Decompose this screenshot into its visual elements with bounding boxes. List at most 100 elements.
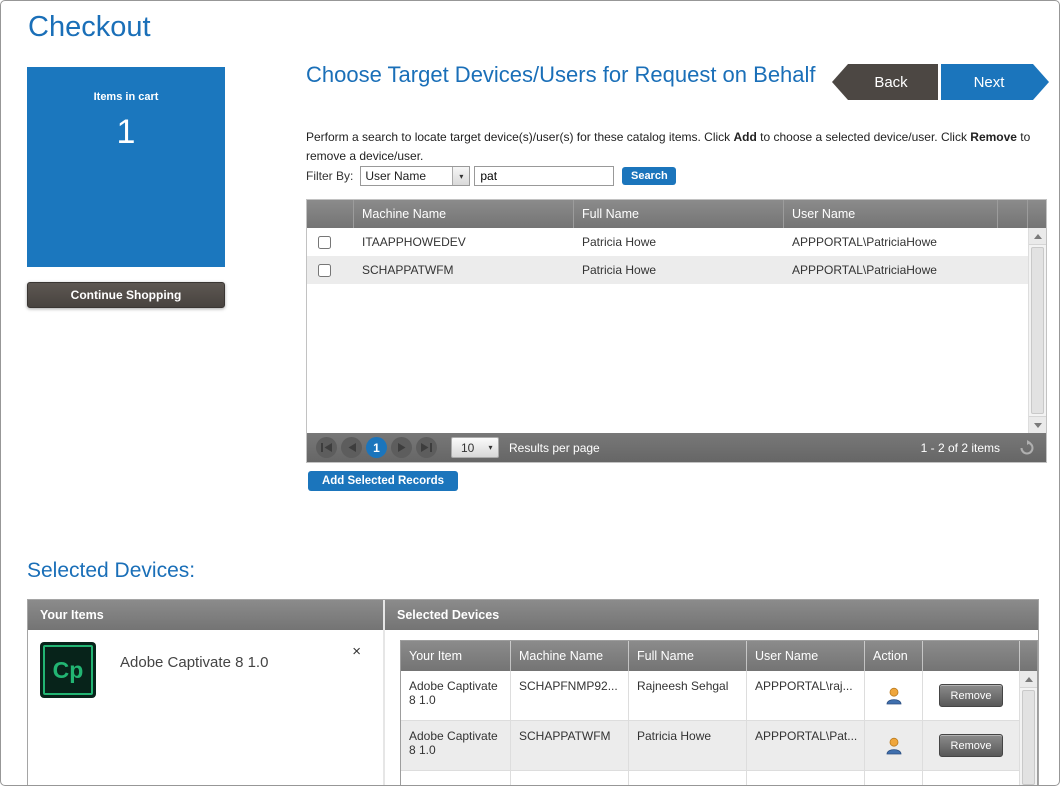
results-per-page-label: Results per page [509, 441, 600, 455]
empty-cell [747, 771, 865, 786]
row-checkbox[interactable] [318, 264, 331, 277]
empty-cell [401, 771, 511, 786]
scroll-up-icon[interactable] [1020, 671, 1037, 688]
your-items-pane: Your Items Cp Adobe Captivate 8 1.0 × [28, 600, 385, 786]
instructions-part1: Perform a search to locate target device… [306, 130, 734, 144]
instructions-add-keyword: Add [734, 130, 757, 144]
search-button[interactable]: Search [622, 167, 676, 185]
cart-items-label: Items in cart [27, 67, 225, 103]
results-scrollbar[interactable] [1028, 228, 1046, 433]
header-action[interactable]: Action [865, 641, 923, 671]
remove-button[interactable]: Remove [939, 734, 1003, 757]
scrollbar-thumb[interactable] [1022, 690, 1035, 785]
instructions-text: Perform a search to locate target device… [306, 128, 1058, 165]
chevron-down-icon: ▾ [483, 443, 498, 452]
selected-grid-scrollbar[interactable] [1019, 671, 1037, 786]
first-page-icon [321, 443, 332, 452]
user-icon [884, 736, 904, 756]
machine-name-cell: SCHAPPATWFM [354, 263, 574, 277]
selected-devices-pane: Selected Devices Your Item Machine Name … [385, 600, 1038, 786]
results-grid-header: Machine Name Full Name User Name [307, 200, 1046, 228]
your-item-cell: Adobe Captivate 8 1.0 [401, 721, 511, 770]
user-name-cell: APPPORTAL\Pat... [747, 721, 865, 770]
action-cell [865, 671, 923, 720]
previous-page-icon [348, 443, 356, 452]
next-page-button[interactable] [391, 437, 412, 458]
header-full-name[interactable]: Full Name [629, 641, 747, 671]
instructions-remove-keyword: Remove [970, 130, 1017, 144]
instructions-part2: to choose a selected device/user. Click [757, 130, 970, 144]
header-select-column [307, 200, 354, 228]
results-pager: 1 10 ▾ Results per page 1 - 2 of 2 items [307, 433, 1046, 462]
user-name-cell: APPPORTAL\raj... [747, 671, 865, 720]
scroll-down-icon[interactable] [1029, 416, 1046, 433]
table-row-partial [401, 771, 1019, 786]
search-input[interactable] [474, 166, 614, 186]
user-name-cell: APPPORTAL\PatriciaHowe [784, 263, 1028, 277]
back-button[interactable]: Back [832, 64, 938, 100]
filter-by-dropdown[interactable]: User Name ▾ [360, 166, 470, 186]
remove-cell: Remove [923, 671, 1019, 720]
page-size-dropdown[interactable]: 10 ▾ [451, 437, 499, 458]
close-icon[interactable]: × [352, 644, 361, 659]
continue-shopping-button[interactable]: Continue Shopping [27, 282, 225, 308]
header-scrollbar-spacer [1019, 641, 1037, 671]
full-name-cell: Patricia Howe [574, 263, 784, 277]
full-name-cell: Patricia Howe [629, 721, 747, 770]
table-row: Adobe Captivate 8 1.0 SCHAPPATWFM Patric… [401, 721, 1019, 771]
item-name: Adobe Captivate 8 1.0 [120, 654, 268, 671]
remove-button[interactable]: Remove [939, 684, 1003, 707]
header-machine-name[interactable]: Machine Name [354, 200, 574, 228]
cart-item-row: Cp Adobe Captivate 8 1.0 × [28, 630, 383, 710]
adobe-captivate-icon: Cp [40, 642, 96, 698]
row-select-cell [307, 236, 354, 249]
row-checkbox[interactable] [318, 236, 331, 249]
machine-name-cell: ITAAPPHOWEDEV [354, 235, 574, 249]
section-heading: Choose Target Devices/Users for Request … [306, 61, 836, 90]
cart-summary: Items in cart 1 [27, 67, 225, 267]
selected-devices-panel: Your Items Cp Adobe Captivate 8 1.0 × Se… [27, 599, 1039, 786]
cart-count: 1 [27, 113, 225, 152]
checkout-page: Checkout Items in cart 1 Continue Shoppi… [0, 0, 1060, 786]
previous-page-button[interactable] [341, 437, 362, 458]
filter-row: Filter By: User Name ▾ Search [306, 165, 676, 187]
header-user-name[interactable]: User Name [784, 200, 998, 228]
remove-cell: Remove [923, 721, 1019, 770]
last-page-icon [421, 443, 432, 452]
header-your-item[interactable]: Your Item [401, 641, 511, 671]
last-page-button[interactable] [416, 437, 437, 458]
next-page-icon [398, 443, 406, 452]
selected-devices-heading: Selected Devices: [27, 559, 195, 583]
your-items-header: Your Items [28, 600, 383, 630]
chevron-down-icon: ▾ [452, 167, 469, 185]
row-select-cell [307, 264, 354, 277]
header-scrollbar-spacer [1028, 200, 1046, 228]
machine-name-cell: SCHAPFNMP92... [511, 671, 629, 720]
refresh-icon[interactable] [1019, 440, 1035, 456]
full-name-cell: Rajneesh Sehgal [629, 671, 747, 720]
header-machine-name[interactable]: Machine Name [511, 641, 629, 671]
empty-cell [923, 771, 1019, 786]
next-button[interactable]: Next [941, 64, 1049, 100]
current-page-button[interactable]: 1 [366, 437, 387, 458]
scroll-up-icon[interactable] [1029, 228, 1046, 245]
selected-rows: Adobe Captivate 8 1.0 SCHAPFNMP92... Raj… [401, 671, 1019, 786]
first-page-button[interactable] [316, 437, 337, 458]
empty-cell [511, 771, 629, 786]
header-remove-spacer [923, 641, 1019, 671]
add-selected-records-button[interactable]: Add Selected Records [308, 471, 458, 491]
table-row: ITAAPPHOWEDEV Patricia Howe APPPORTAL\Pa… [307, 228, 1028, 256]
user-name-cell: APPPORTAL\PatriciaHowe [784, 235, 1028, 249]
table-row: SCHAPPATWFM Patricia Howe APPPORTAL\Patr… [307, 256, 1028, 284]
results-grid: Machine Name Full Name User Name ITAAPPH… [306, 199, 1047, 463]
items-range-label: 1 - 2 of 2 items [921, 441, 1000, 455]
header-user-name[interactable]: User Name [747, 641, 865, 671]
icon-text: Cp [53, 657, 84, 684]
scrollbar-thumb[interactable] [1031, 247, 1044, 414]
header-spacer [998, 200, 1028, 228]
action-cell [865, 721, 923, 770]
full-name-cell: Patricia Howe [574, 235, 784, 249]
header-full-name[interactable]: Full Name [574, 200, 784, 228]
page-title: Checkout [28, 11, 151, 44]
results-rows: ITAAPPHOWEDEV Patricia Howe APPPORTAL\Pa… [307, 228, 1028, 284]
